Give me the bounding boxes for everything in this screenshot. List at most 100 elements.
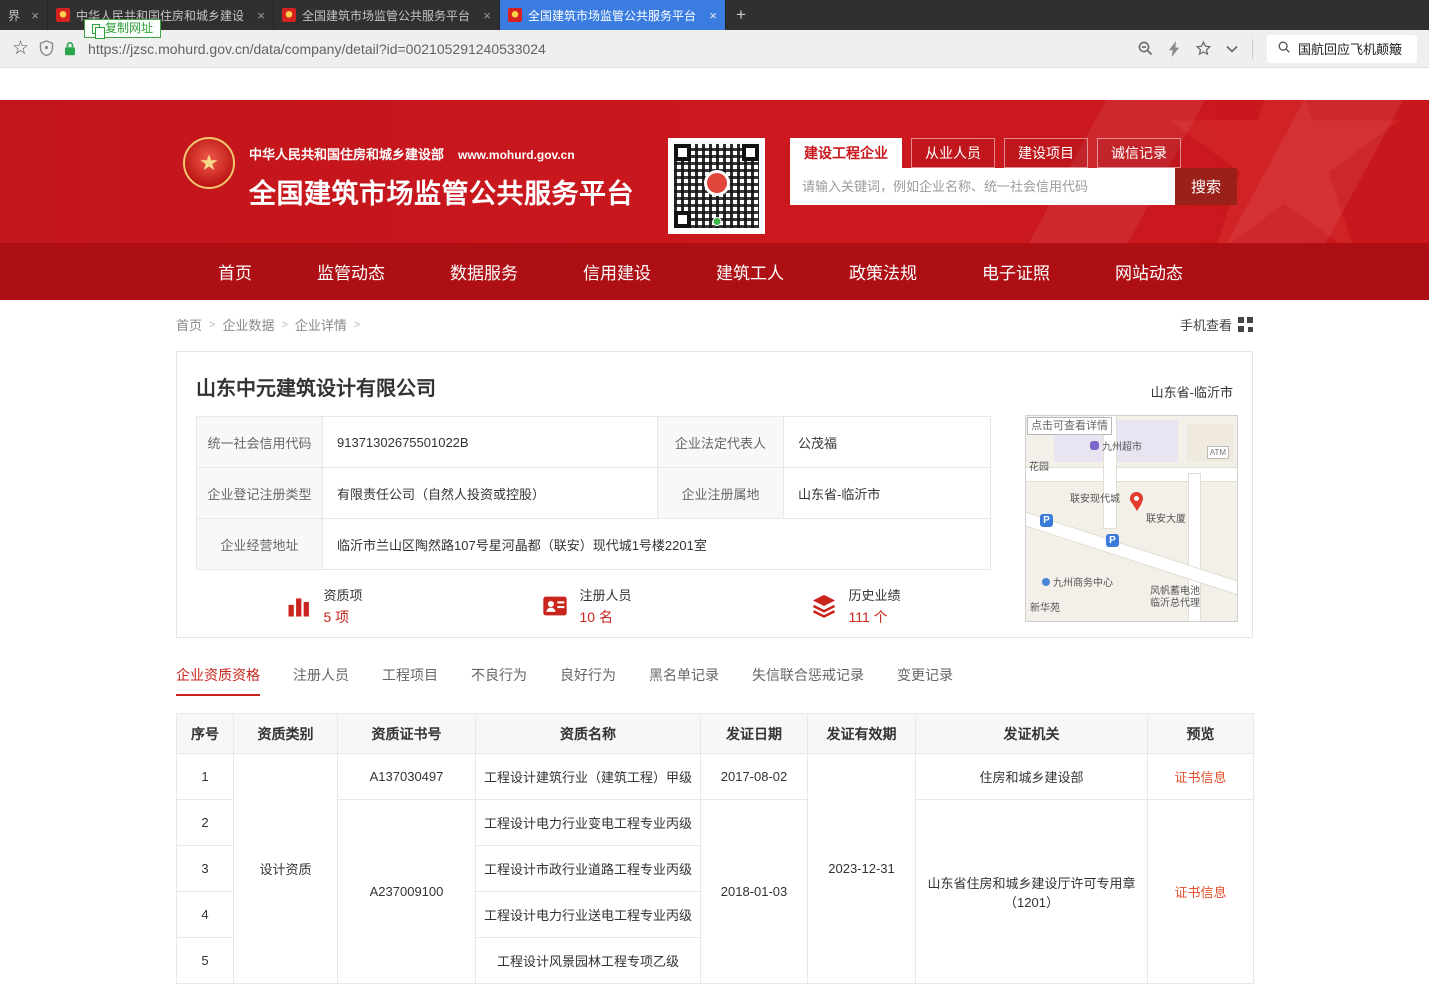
layers-icon <box>810 592 838 620</box>
mobile-view-button[interactable]: 手机查看 <box>1180 315 1253 334</box>
table-row: 2 A237009100 工程设计电力行业变电工程专业丙级 2018-01-03… <box>177 800 1254 846</box>
map-label-xinhuayuan: 新华苑 <box>1030 599 1060 614</box>
cell-no: 4 <box>177 892 234 938</box>
tab-qualifications[interactable]: 企业资质资格 <box>176 665 260 696</box>
toolbar-divider <box>1252 39 1253 59</box>
cell-cert-no: A137030497 <box>338 754 476 800</box>
field-value: 91371302675501022B <box>323 417 658 468</box>
cell-issue-date: 2017-08-02 <box>701 754 808 800</box>
nav-item-home[interactable]: 首页 <box>218 259 252 284</box>
table-header-row: 序号 资质类别 资质证书号 资质名称 发证日期 发证有效期 发证机关 预览 <box>177 714 1254 754</box>
favorite-star-icon[interactable] <box>1195 40 1212 57</box>
flash-mode-icon[interactable] <box>1168 41 1181 57</box>
main-nav: 首页 监管动态 数据服务 信用建设 建筑工人 政策法规 电子证照 网站动态 <box>0 243 1429 300</box>
cell-qual-name: 工程设计风景园林工程专项乙级 <box>476 938 701 984</box>
cell-no: 3 <box>177 846 234 892</box>
field-label: 统一社会信用代码 <box>197 417 323 468</box>
chevron-down-icon[interactable] <box>1226 45 1238 53</box>
tab-projects[interactable]: 工程项目 <box>382 665 438 696</box>
tab-good-behavior[interactable]: 良好行为 <box>560 665 616 696</box>
browser-tab-active[interactable]: 全国建筑市场监管公共服务平台 × <box>500 0 726 30</box>
stat-history-performance[interactable]: 历史业绩 111 个 <box>810 585 900 627</box>
mobile-view-label: 手机查看 <box>1180 315 1232 334</box>
tab-change-records[interactable]: 变更记录 <box>897 665 953 696</box>
ministry-url: www.mohurd.gov.cn <box>458 148 575 162</box>
site-logo-text: 中华人民共和国住房和城乡建设部 www.mohurd.gov.cn 全国建筑市场… <box>249 144 634 211</box>
search-tab-project[interactable]: 建设项目 <box>1004 138 1088 168</box>
site-favicon-icon <box>508 8 522 22</box>
search-icon <box>1277 40 1291 57</box>
shield-icon[interactable] <box>39 40 54 57</box>
nav-item-workers[interactable]: 建筑工人 <box>716 259 784 284</box>
close-icon[interactable]: × <box>31 8 39 23</box>
breadcrumb-detail: 企业详情 <box>295 315 347 334</box>
quick-search-text: 国航回应飞机颠簸 <box>1298 39 1402 58</box>
qr-code <box>668 138 765 234</box>
certificate-info-link[interactable]: 证书信息 <box>1174 770 1226 785</box>
cell-qual-name: 工程设计电力行业变电工程专业丙级 <box>476 800 701 846</box>
site-favicon-icon <box>282 8 296 22</box>
nav-item-data-service[interactable]: 数据服务 <box>450 259 518 284</box>
table-row: 1 设计资质 A137030497 工程设计建筑行业（建筑工程）甲级 2017-… <box>177 754 1254 800</box>
tab-blacklist[interactable]: 黑名单记录 <box>649 665 719 696</box>
national-emblem-logo: ★ <box>183 137 235 189</box>
col-header: 序号 <box>177 714 234 754</box>
cell-qual-name: 工程设计建筑行业（建筑工程）甲级 <box>476 754 701 800</box>
keyword-search-input[interactable] <box>790 168 1175 205</box>
field-label: 企业经营地址 <box>197 519 323 570</box>
qualification-table: 序号 资质类别 资质证书号 资质名称 发证日期 发证有效期 发证机关 预览 1 … <box>176 713 1254 984</box>
col-header: 资质证书号 <box>338 714 476 754</box>
detail-tabs: 企业资质资格 注册人员 工程项目 不良行为 良好行为 黑名单记录 失信联合惩戒记… <box>176 665 1253 696</box>
quick-search-box[interactable]: 国航回应飞机颠簸 <box>1267 35 1417 63</box>
bookmark-star-icon[interactable]: ☆ <box>12 39 29 58</box>
url-input[interactable]: https://jzsc.mohurd.gov.cn/data/company/… <box>88 41 546 57</box>
tab-bad-behavior[interactable]: 不良行为 <box>471 665 527 696</box>
certificate-info-link[interactable]: 证书信息 <box>1174 885 1226 900</box>
parking-icon: P <box>1040 514 1053 527</box>
tab-registered-personnel[interactable]: 注册人员 <box>293 665 349 696</box>
close-icon[interactable]: × <box>709 8 717 23</box>
col-header: 资质名称 <box>476 714 701 754</box>
browser-tab-2[interactable]: 全国建筑市场监管公共服务平台 × <box>274 0 500 30</box>
map-label-business-center: 九州商务中心 <box>1042 574 1113 589</box>
tab-dishonesty-records[interactable]: 失信联合惩戒记录 <box>752 665 864 696</box>
breadcrumb: 首页 > 企业数据 > 企业详情 > 手机查看 <box>176 315 1253 334</box>
poi-icon <box>1090 441 1099 450</box>
col-header: 发证机关 <box>916 714 1148 754</box>
close-icon[interactable]: × <box>257 8 265 23</box>
cell-validity: 2023-12-31 <box>808 754 916 984</box>
map-road <box>1026 468 1237 481</box>
table-row: 统一社会信用代码 91371302675501022B 企业法定代表人 公茂福 <box>197 417 991 468</box>
company-location-map[interactable]: 点击可查看详情 九州超市 ATM 花园 联安现代城 联安大厦 <box>1025 415 1238 622</box>
copy-url-tooltip[interactable]: 复制网址 <box>84 19 161 38</box>
search-button[interactable]: 搜索 <box>1175 168 1237 205</box>
search-tab-credit[interactable]: 诚信记录 <box>1097 138 1181 168</box>
browser-tab-partial[interactable]: 界 × <box>0 0 48 30</box>
nav-item-certificates[interactable]: 电子证照 <box>982 259 1050 284</box>
map-label-battery-shop: 风帆蓄电池 临沂总代理 <box>1150 586 1200 610</box>
breadcrumb-home[interactable]: 首页 <box>176 315 202 334</box>
personnel-icon <box>541 592 569 620</box>
company-name: 山东中元建筑设计有限公司 <box>196 372 1233 401</box>
nav-item-site-news[interactable]: 网站动态 <box>1115 259 1183 284</box>
field-label: 企业登记注册类型 <box>197 468 323 519</box>
nav-item-credit[interactable]: 信用建设 <box>583 259 651 284</box>
search-tab-enterprise[interactable]: 建设工程企业 <box>790 138 902 168</box>
close-icon[interactable]: × <box>483 8 491 23</box>
nav-item-policy[interactable]: 政策法规 <box>849 259 917 284</box>
copy-tooltip-text: 复制网址 <box>105 21 153 36</box>
stat-qualifications[interactable]: 资质项 5 项 <box>285 585 362 627</box>
cell-no: 5 <box>177 938 234 984</box>
copy-icon <box>92 24 100 34</box>
parking-icon: P <box>1106 534 1119 547</box>
breadcrumb-enterprise-data[interactable]: 企业数据 <box>222 315 274 334</box>
company-stats: 资质项 5 项 注册人员 10 名 历史业绩 111 个 <box>196 585 990 627</box>
site-favicon-icon <box>56 8 70 22</box>
stat-registered-personnel[interactable]: 注册人员 10 名 <box>541 585 631 627</box>
zoom-icon[interactable] <box>1137 40 1154 57</box>
search-tab-personnel[interactable]: 从业人员 <box>911 138 995 168</box>
new-tab-button[interactable]: + <box>726 0 756 30</box>
nav-item-supervision[interactable]: 监管动态 <box>317 259 385 284</box>
cell-authority: 住房和城乡建设部 <box>916 754 1148 800</box>
cell-no: 2 <box>177 800 234 846</box>
